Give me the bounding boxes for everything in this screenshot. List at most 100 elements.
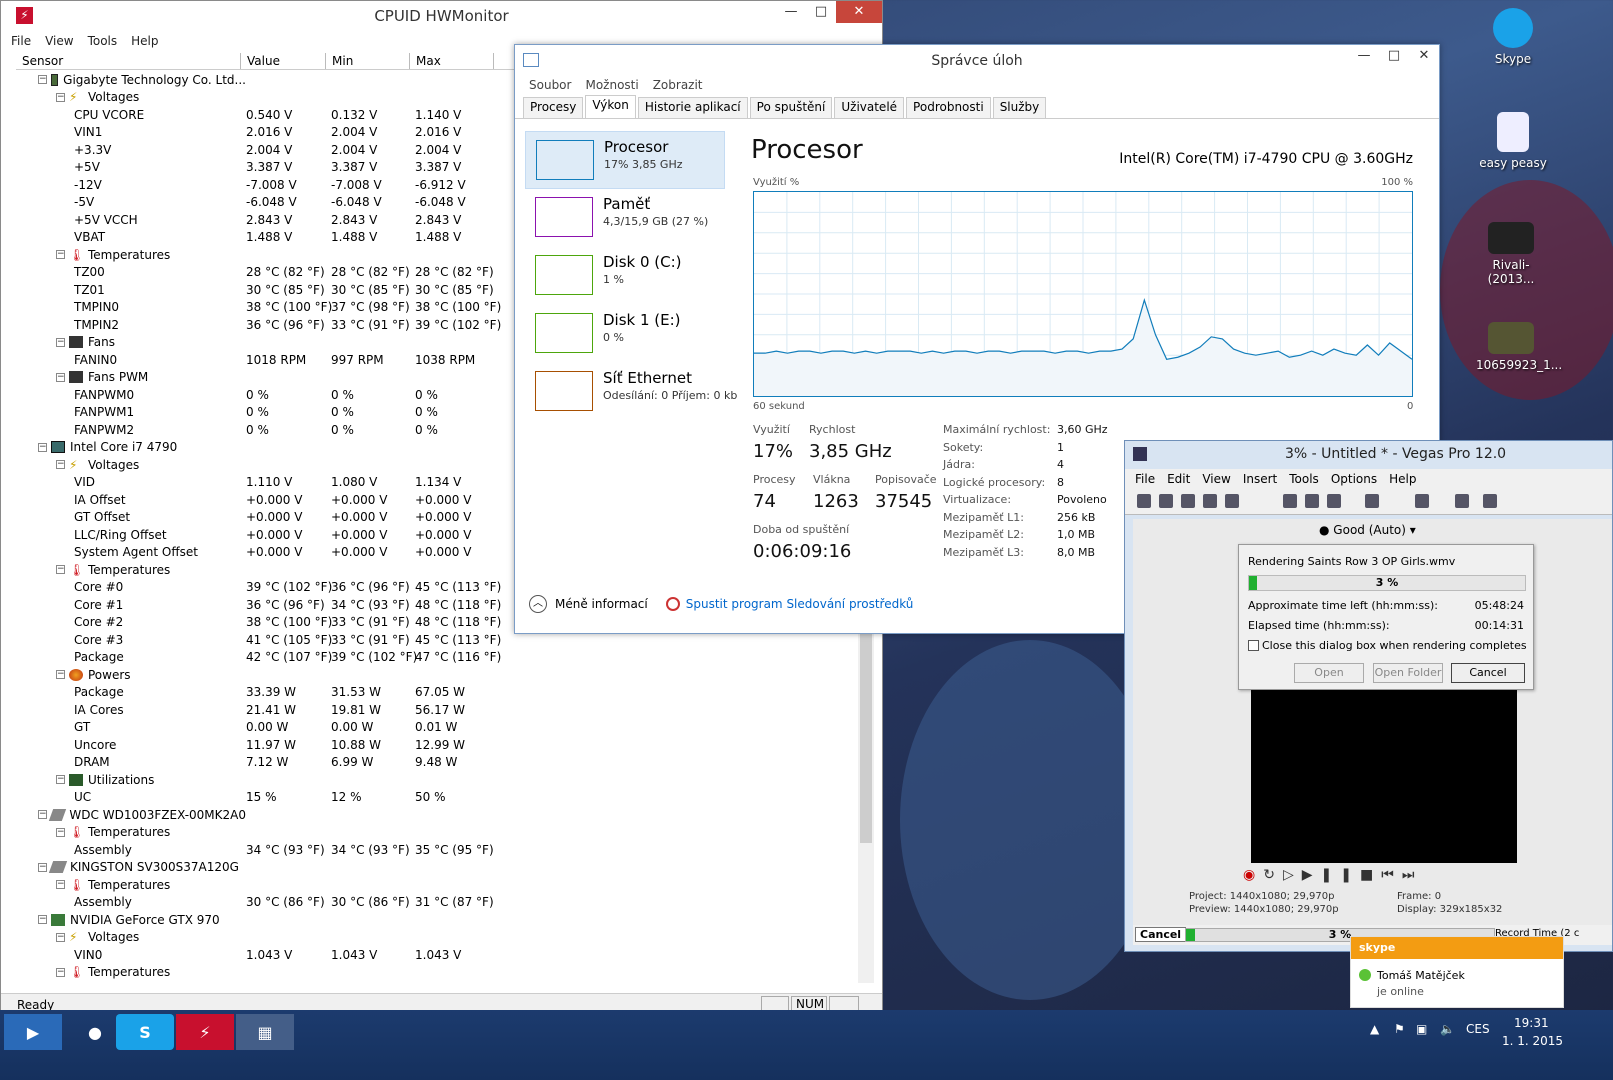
loop-icon[interactable]: ↻ (1263, 867, 1283, 883)
clock-date[interactable]: 1. 1. 2015 (1502, 1034, 1563, 1048)
open-folder-button[interactable]: Open Folder (1373, 663, 1443, 683)
collapse-icon[interactable]: − (38, 810, 47, 820)
sensor-row[interactable]: DRAM 7.12 W 6.99 W 9.48 W (16, 754, 859, 772)
menu-help[interactable]: Help (1389, 472, 1416, 486)
menu-file[interactable]: File (1135, 472, 1155, 486)
sensor-row[interactable]: − 🌡 Temperatures (16, 824, 859, 842)
hwmonitor-taskbar-icon[interactable]: ⚡ (176, 1014, 234, 1050)
menu-edit[interactable]: Edit (1167, 472, 1190, 486)
tray-network-icon[interactable]: ▣ (1416, 1022, 1427, 1036)
sensor-row[interactable]: GT 0.00 W 0.00 W 0.01 W (16, 719, 859, 737)
collapse-icon[interactable]: − (56, 827, 65, 837)
menu-file[interactable]: File (11, 34, 31, 48)
collapse-icon[interactable]: − (38, 862, 47, 872)
tab-po-spusteni[interactable]: Po spuštění (749, 97, 833, 118)
sensor-row[interactable]: Assembly 30 °C (86 °F) 30 °C (86 °F) 31 °C … (16, 894, 859, 912)
undo-icon[interactable] (1365, 494, 1379, 508)
sensor-row[interactable]: Package 33.39 W 31.53 W 67.05 W (16, 684, 859, 702)
column-value[interactable]: Value (241, 53, 326, 69)
desktop-icon-easy-peasy[interactable]: easy peasy (1478, 112, 1548, 170)
clock-time[interactable]: 19:31 (1514, 1016, 1549, 1030)
desktop-icon-video[interactable]: 10659923_1... (1476, 322, 1562, 372)
close-button[interactable]: ✕ (836, 1, 882, 23)
cut-icon[interactable] (1283, 494, 1297, 508)
chevron-up-icon[interactable]: ︿ (529, 595, 547, 613)
sensor-row[interactable]: − 🌡 Temperatures (16, 876, 859, 894)
tray-chevron-icon[interactable]: ▲ (1370, 1022, 1379, 1036)
tab-uzivatele[interactable]: Uživatelé (834, 97, 905, 118)
open-button[interactable]: Open (1294, 663, 1364, 683)
menu-view[interactable]: View (1202, 472, 1230, 486)
resource-disk0[interactable]: Disk 0 (C:) 1 % (525, 247, 725, 305)
sensor-row[interactable]: − KINGSTON SV300S37A120G (16, 859, 859, 877)
resource-procesor[interactable]: Procesor 17% 3,85 GHz (525, 131, 725, 189)
sensor-row[interactable]: − Powers (16, 666, 859, 684)
sensor-row[interactable]: − WDC WD1003FZEX-00MK2A0 (16, 806, 859, 824)
tab-historie[interactable]: Historie aplikací (637, 97, 748, 118)
collapse-icon[interactable]: − (56, 337, 65, 347)
tab-procesy[interactable]: Procesy (523, 97, 584, 118)
minimize-button[interactable]: — (776, 1, 806, 23)
collapse-icon[interactable]: − (56, 967, 65, 977)
collapse-icon[interactable]: − (56, 775, 65, 785)
menu-zobrazit[interactable]: Zobrazit (653, 78, 703, 92)
stop-icon[interactable]: ■ (1360, 867, 1381, 883)
column-sensor[interactable]: Sensor (16, 53, 241, 69)
cancel-button[interactable]: Cancel (1451, 663, 1525, 683)
minimize-button[interactable]: — (1349, 45, 1379, 67)
menu-tools[interactable]: Tools (88, 34, 118, 48)
maximize-button[interactable]: □ (806, 1, 836, 23)
skype-notification[interactable]: skype Tomáš Matějček je online (1350, 936, 1564, 1008)
save-as-icon[interactable] (1203, 494, 1217, 508)
sensor-row[interactable]: Uncore 11.97 W 10.88 W 12.99 W (16, 736, 859, 754)
envelope-icon[interactable] (1483, 494, 1497, 508)
collapse-icon[interactable]: − (56, 460, 65, 470)
tab-podrobnosti[interactable]: Podrobnosti (906, 97, 991, 118)
sensor-row[interactable]: Assembly 34 °C (93 °F) 34 °C (93 °F) 35 °C … (16, 841, 859, 859)
close-when-done-option[interactable]: Close this dialog box when rendering com… (1248, 639, 1527, 652)
play-from-start-icon[interactable]: ▷ (1283, 867, 1302, 883)
column-max[interactable]: Max (410, 53, 494, 69)
go-to-end-icon[interactable]: ⏭ (1402, 867, 1423, 883)
resource-monitor-link[interactable]: Spustit program Sledování prostředků (686, 597, 914, 611)
task-manager-taskbar-icon[interactable]: ▦ (236, 1014, 294, 1050)
tab-sluzby[interactable]: Služby (992, 97, 1047, 118)
sensor-row[interactable]: UC 15 % 12 % 50 % (16, 789, 859, 807)
menu-soubor[interactable]: Soubor (529, 78, 571, 92)
open-icon[interactable] (1159, 494, 1173, 508)
sensor-row[interactable]: IA Cores 21.41 W 19.81 W 56.17 W (16, 701, 859, 719)
sensor-row[interactable]: − NVIDIA GeForce GTX 970 (16, 911, 859, 929)
save-icon[interactable] (1181, 494, 1195, 508)
close-when-done-checkbox[interactable] (1248, 640, 1259, 651)
collapse-icon[interactable]: − (38, 442, 47, 452)
go-to-start-icon[interactable]: ⏮ (1381, 867, 1402, 883)
collapse-icon[interactable]: − (56, 880, 65, 890)
paste-icon[interactable] (1327, 494, 1341, 508)
start-button[interactable]: ▶ (4, 1014, 62, 1050)
sensor-row[interactable]: Package 42 °C (107 °F) 39 °C (102 °F) 47 °C… (16, 649, 859, 667)
sensor-row[interactable]: − Utilizations (16, 771, 859, 789)
collapse-icon[interactable]: − (38, 75, 47, 85)
preview-quality[interactable]: ● Good (Auto) ▾ (1319, 523, 1416, 537)
menu-moznosti[interactable]: Možnosti (585, 78, 638, 92)
snap-icon[interactable] (1455, 494, 1469, 508)
less-info-link[interactable]: Méně informací (555, 597, 648, 611)
menu-view[interactable]: View (45, 34, 73, 48)
menu-options[interactable]: Options (1331, 472, 1377, 486)
task-manager-titlebar[interactable]: Správce úloh — □ ✕ (515, 45, 1439, 75)
desktop-icon-skype[interactable]: Skype (1478, 8, 1548, 66)
menu-insert[interactable]: Insert (1243, 472, 1277, 486)
copy-icon[interactable] (1305, 494, 1319, 508)
redo-icon[interactable] (1415, 494, 1429, 508)
collapse-icon[interactable]: − (56, 250, 65, 260)
render-icon[interactable] (1225, 494, 1239, 508)
menu-help[interactable]: Help (131, 34, 158, 48)
language-indicator[interactable]: CES (1466, 1022, 1490, 1036)
tray-volume-icon[interactable]: 🔈 (1440, 1022, 1455, 1036)
vegas-titlebar[interactable]: 3% - Untitled * - Vegas Pro 12.0 (1125, 441, 1612, 469)
sensor-row[interactable]: − 🌡 Temperatures (16, 964, 859, 982)
column-min[interactable]: Min (326, 53, 410, 69)
skype-taskbar-icon[interactable]: S (116, 1014, 174, 1050)
play-icon[interactable]: ▶ (1302, 867, 1321, 883)
pause-icon[interactable]: ❚❚ (1321, 867, 1360, 883)
